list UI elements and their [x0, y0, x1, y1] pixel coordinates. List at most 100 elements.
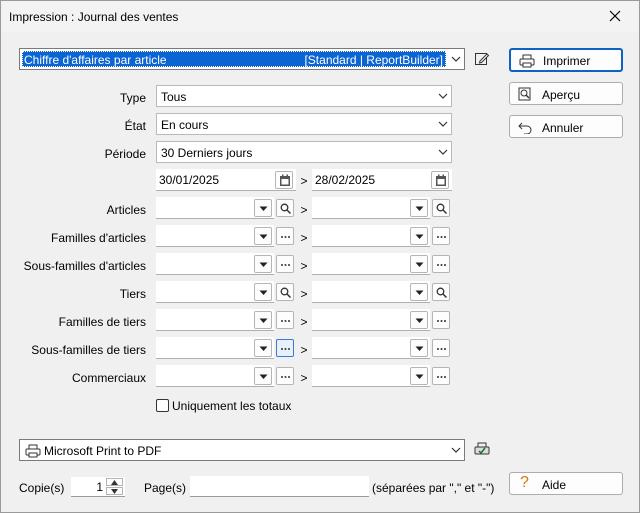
sous-familles-de-tiers-from-dropdown-button[interactable]	[254, 339, 272, 357]
date-to-field[interactable]: 28/02/2025	[312, 169, 452, 191]
sous-familles-de-tiers-from-browse-button[interactable]	[276, 339, 294, 357]
familles-de-tiers-label: Familles de tiers	[58, 315, 146, 329]
copies-spinner[interactable]: 1	[71, 477, 125, 497]
period-select[interactable]: 30 Derniers jours	[156, 141, 452, 163]
printer-properties-button[interactable]	[474, 442, 490, 461]
familles-d-articles-to-dropdown-button[interactable]	[410, 227, 428, 245]
more-icon	[281, 376, 290, 378]
articles-from-search-button[interactable]	[276, 199, 294, 217]
familles-de-tiers-to-input[interactable]	[312, 309, 430, 331]
date-from-calendar-button[interactable]	[275, 171, 293, 189]
more-icon	[281, 236, 290, 238]
sous-familles-de-tiers-label: Sous-familles de tiers	[31, 343, 146, 357]
familles-de-tiers-to-browse-button[interactable]	[432, 311, 450, 329]
printer-settings-icon	[474, 442, 490, 455]
familles-de-tiers-from-browse-button[interactable]	[276, 311, 294, 329]
sous-familles-d-articles-to-input[interactable]	[312, 253, 430, 275]
window-title: Impression : Journal des ventes	[9, 10, 179, 24]
preview-icon	[518, 87, 531, 101]
sous-familles-d-articles-from-browse-button[interactable]	[276, 255, 294, 273]
articles-from-input[interactable]	[156, 197, 274, 219]
sous-familles-de-tiers-from-input[interactable]	[156, 337, 274, 359]
caret-down-icon	[259, 234, 268, 239]
tiers-to-dropdown-button[interactable]	[410, 283, 428, 301]
search-icon	[436, 287, 447, 298]
tiers-from-input[interactable]	[156, 281, 274, 303]
commerciaux-from-input[interactable]	[156, 365, 274, 387]
tiers-to-input[interactable]	[312, 281, 430, 303]
chevron-down-icon	[451, 56, 461, 62]
articles-from-dropdown-button[interactable]	[254, 199, 272, 217]
pages-input[interactable]	[190, 476, 369, 497]
copies-up-button[interactable]	[106, 478, 123, 486]
sous-familles-d-articles-from-dropdown-button[interactable]	[254, 255, 272, 273]
familles-d-articles-from-dropdown-button[interactable]	[254, 227, 272, 245]
familles-de-tiers-from-dropdown-button[interactable]	[254, 311, 272, 329]
state-select[interactable]: En cours	[156, 113, 452, 135]
state-label: État	[124, 119, 146, 133]
tiers-from-search-button[interactable]	[276, 283, 294, 301]
commerciaux-from-browse-button[interactable]	[276, 367, 294, 385]
more-icon	[281, 264, 290, 266]
caret-down-icon	[415, 206, 424, 211]
articles-to-dropdown-button[interactable]	[410, 199, 428, 217]
sous-familles-d-articles-from-input[interactable]	[156, 253, 274, 275]
more-icon	[437, 236, 446, 238]
print-button[interactable]: Imprimer	[509, 48, 623, 72]
title-bar: Impression : Journal des ventes	[1, 1, 639, 32]
undo-icon	[518, 122, 532, 134]
commerciaux-from-dropdown-button[interactable]	[254, 367, 272, 385]
range-separator: >	[300, 371, 308, 385]
cancel-button[interactable]: Annuler	[509, 115, 623, 138]
range-separator: >	[300, 231, 308, 245]
help-button[interactable]: ? Aide	[509, 472, 623, 495]
printer-name: Microsoft Print to PDF	[44, 444, 162, 458]
familles-d-articles-to-input[interactable]	[312, 225, 430, 247]
tiers-to-search-button[interactable]	[432, 283, 450, 301]
caret-down-icon	[415, 262, 424, 267]
report-select[interactable]: Chiffre d'affaires par article [Standard…	[19, 48, 465, 70]
familles-de-tiers-to-dropdown-button[interactable]	[410, 311, 428, 329]
edit-icon	[475, 53, 490, 65]
close-button[interactable]	[593, 1, 639, 32]
sous-familles-d-articles-to-dropdown-button[interactable]	[410, 255, 428, 273]
copies-label: Copie(s)	[19, 481, 65, 495]
chevron-down-icon	[451, 447, 461, 453]
caret-down-icon	[415, 346, 424, 351]
caret-up-icon	[111, 480, 118, 485]
more-icon	[437, 320, 446, 322]
chevron-down-icon	[438, 149, 448, 155]
familles-d-articles-from-input[interactable]	[156, 225, 274, 247]
more-icon	[437, 264, 446, 266]
type-select[interactable]: Tous	[156, 85, 452, 107]
tiers-from-dropdown-button[interactable]	[254, 283, 272, 301]
familles-d-articles-from-browse-button[interactable]	[276, 227, 294, 245]
caret-down-icon	[415, 234, 424, 239]
familles-d-articles-to-browse-button[interactable]	[432, 227, 450, 245]
commerciaux-to-browse-button[interactable]	[432, 367, 450, 385]
period-label: Période	[104, 147, 146, 161]
familles-de-tiers-from-input[interactable]	[156, 309, 274, 331]
printer-select[interactable]: Microsoft Print to PDF	[19, 439, 465, 461]
date-to-calendar-button[interactable]	[431, 171, 449, 189]
more-icon	[281, 348, 290, 350]
commerciaux-to-input[interactable]	[312, 365, 430, 387]
sous-familles-de-tiers-to-dropdown-button[interactable]	[410, 339, 428, 357]
date-from-field[interactable]: 30/01/2025	[156, 169, 296, 191]
preview-button[interactable]: Aperçu	[509, 82, 623, 105]
articles-to-input[interactable]	[312, 197, 430, 219]
calendar-icon	[436, 174, 446, 186]
sous-familles-de-tiers-to-input[interactable]	[312, 337, 430, 359]
commerciaux-to-dropdown-button[interactable]	[410, 367, 428, 385]
articles-label: Articles	[106, 203, 146, 217]
articles-to-search-button[interactable]	[432, 199, 450, 217]
caret-down-icon	[415, 290, 424, 295]
sous-familles-d-articles-to-browse-button[interactable]	[432, 255, 450, 273]
totals-only-checkbox[interactable]	[156, 399, 169, 412]
edit-report-button[interactable]	[474, 51, 490, 70]
copies-down-button[interactable]	[106, 487, 123, 495]
caret-down-icon	[259, 346, 268, 351]
range-separator: >	[300, 203, 308, 217]
pages-hint: (séparées par "," et "-")	[372, 481, 495, 495]
sous-familles-de-tiers-to-browse-button[interactable]	[432, 339, 450, 357]
